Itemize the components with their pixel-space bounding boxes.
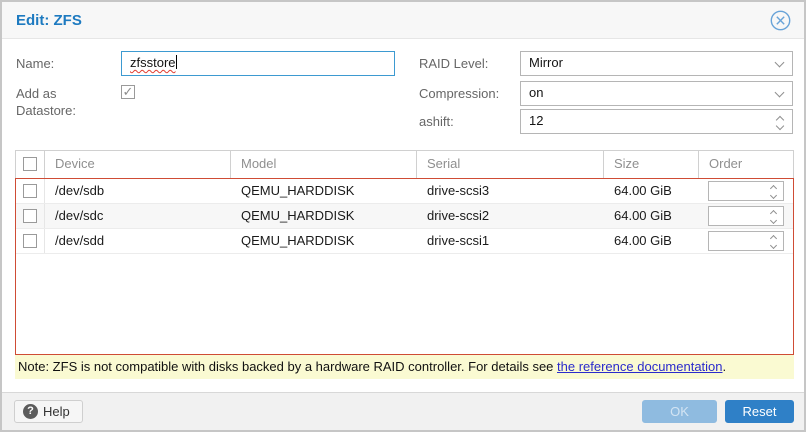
order-spinner[interactable] — [708, 206, 784, 226]
note-text: Note: ZFS is not compatible with disks b… — [18, 359, 557, 374]
name-input-value: zfsstore — [130, 55, 176, 70]
checkmark-icon: ✓ — [123, 84, 134, 99]
row-checkbox[interactable] — [23, 209, 37, 223]
text-caret — [176, 55, 177, 69]
raid-level-label: RAID Level: — [419, 56, 488, 71]
dialog-footer: ? Help OK Reset — [2, 392, 804, 430]
close-icon[interactable] — [770, 10, 791, 31]
ok-button-label: OK — [670, 404, 689, 419]
dialog-title: Edit: ZFS — [16, 2, 82, 39]
chevron-down-icon[interactable] — [768, 82, 792, 105]
dialog-titlebar: Edit: ZFS — [2, 2, 804, 39]
row-checkbox[interactable] — [23, 234, 37, 248]
select-all-cell — [16, 151, 45, 178]
column-header-order[interactable]: Order — [699, 151, 793, 178]
reset-button-label: Reset — [743, 404, 777, 419]
disk-table-body: /dev/sdb QEMU_HARDDISK drive-scsi3 64.00… — [15, 178, 794, 355]
cell-model: QEMU_HARDDISK — [231, 204, 417, 228]
spinner-down-icon[interactable] — [770, 192, 777, 199]
cell-device: /dev/sdb — [45, 179, 231, 203]
cell-serial: drive-scsi2 — [417, 204, 604, 228]
column-header-size[interactable]: Size — [604, 151, 699, 178]
compression-combo[interactable]: on — [520, 81, 793, 106]
add-datastore-checkbox[interactable]: ✓ — [121, 85, 135, 99]
cell-serial: drive-scsi1 — [417, 229, 604, 253]
help-icon: ? — [23, 404, 38, 419]
order-spinner[interactable] — [708, 231, 784, 251]
cell-model: QEMU_HARDDISK — [231, 179, 417, 203]
cell-device: /dev/sdd — [45, 229, 231, 253]
reference-documentation-link[interactable]: the reference documentation — [557, 359, 723, 374]
compression-label: Compression: — [419, 86, 499, 101]
cell-model: QEMU_HARDDISK — [231, 229, 417, 253]
ashift-value: 12 — [529, 113, 543, 128]
ashift-label: ashift: — [419, 114, 454, 129]
table-row[interactable]: /dev/sdc QEMU_HARDDISK drive-scsi2 64.00… — [16, 204, 793, 229]
name-input[interactable]: zfsstore — [121, 51, 395, 76]
compression-value: on — [529, 85, 543, 100]
help-button-label: Help — [43, 404, 70, 419]
help-button[interactable]: ? Help — [14, 400, 83, 423]
chevron-down-icon[interactable] — [768, 52, 792, 75]
raid-level-value: Mirror — [529, 55, 563, 70]
disk-table-header: Device Model Serial Size Order — [15, 150, 794, 178]
select-all-checkbox[interactable] — [23, 157, 37, 171]
order-spinner[interactable] — [708, 181, 784, 201]
table-row[interactable]: /dev/sdd QEMU_HARDDISK drive-scsi1 64.00… — [16, 229, 793, 254]
name-label: Name: — [16, 56, 54, 71]
spinner-down-icon[interactable] — [770, 242, 777, 249]
cell-device: /dev/sdc — [45, 204, 231, 228]
column-header-device[interactable]: Device — [45, 151, 231, 178]
reset-button[interactable]: Reset — [725, 400, 794, 423]
column-header-model[interactable]: Model — [231, 151, 417, 178]
cell-serial: drive-scsi3 — [417, 179, 604, 203]
zfs-note: Note: ZFS is not compatible with disks b… — [15, 355, 794, 379]
ok-button[interactable]: OK — [642, 400, 717, 423]
ashift-spinner[interactable]: 12 — [520, 109, 793, 134]
cell-size: 64.00 GiB — [604, 179, 699, 203]
edit-zfs-dialog: Edit: ZFS Name: zfsstore Add as Datastor… — [0, 0, 806, 432]
add-datastore-label: Add as Datastore: — [16, 85, 106, 119]
spinner-down-icon[interactable] — [770, 217, 777, 224]
cell-size: 64.00 GiB — [604, 229, 699, 253]
column-header-serial[interactable]: Serial — [417, 151, 604, 178]
spinner-arrows-icon[interactable] — [768, 110, 792, 133]
cell-size: 64.00 GiB — [604, 204, 699, 228]
raid-level-combo[interactable]: Mirror — [520, 51, 793, 76]
table-row[interactable]: /dev/sdb QEMU_HARDDISK drive-scsi3 64.00… — [16, 179, 793, 204]
row-checkbox[interactable] — [23, 184, 37, 198]
note-suffix: . — [723, 359, 727, 374]
